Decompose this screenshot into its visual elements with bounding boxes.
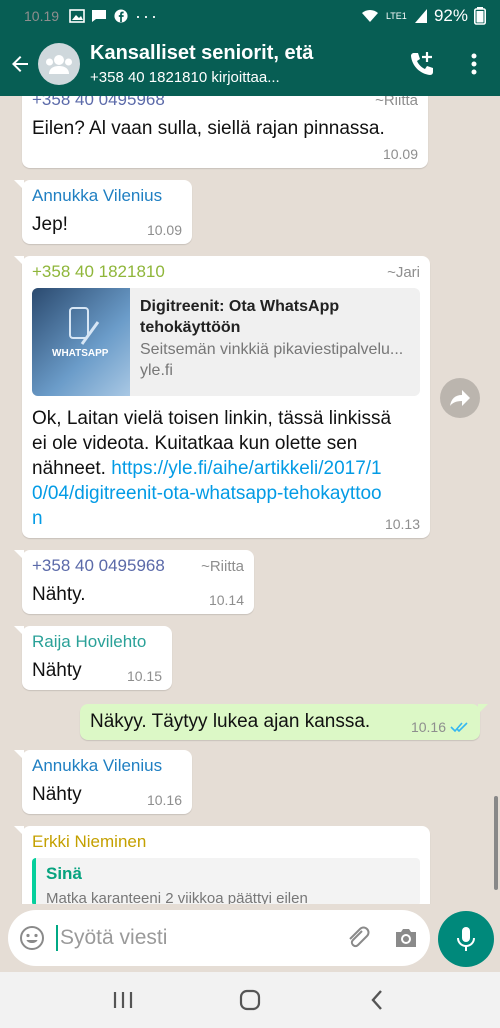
chat-header: Kansalliset seniorit, etä +358 40 182181… bbox=[0, 32, 500, 96]
camera-icon bbox=[396, 929, 416, 947]
forward-icon bbox=[450, 390, 470, 406]
message-time: 10.13 bbox=[384, 516, 420, 532]
message-time: 10.09 bbox=[382, 146, 418, 162]
message-sender: Annukka Vilenius bbox=[32, 186, 163, 205]
chat-title: Kansalliset seniorit, etä bbox=[90, 42, 314, 64]
message-pushname: ~Riitta bbox=[375, 96, 418, 109]
composer bbox=[0, 904, 500, 972]
chevron-left-icon bbox=[371, 990, 382, 1010]
forward-button[interactable] bbox=[440, 378, 480, 418]
system-nav-bar bbox=[0, 972, 500, 1028]
status-bar: 10.19 ··· LTE1 92% bbox=[0, 0, 500, 32]
home-button[interactable] bbox=[230, 980, 270, 1020]
chat-info[interactable]: Kansalliset seniorit, etä +358 40 182181… bbox=[90, 42, 396, 86]
more-notifications-icon: ··· bbox=[135, 5, 160, 26]
message-time: 10.16 bbox=[146, 792, 182, 808]
more-options-button[interactable] bbox=[448, 32, 500, 96]
message-sender: Annukka Vilenius bbox=[32, 756, 163, 775]
recent-apps-button[interactable] bbox=[103, 980, 143, 1020]
emoji-button[interactable] bbox=[8, 925, 56, 951]
paperclip-icon bbox=[349, 926, 370, 948]
preview-title: Digitreenit: Ota WhatsApp tehokäyttöön bbox=[140, 298, 340, 336]
group-icon bbox=[46, 55, 72, 74]
message-bubble[interactable]: Annukka Vilenius Jep! 10.09 bbox=[14, 180, 192, 244]
phone-add-icon bbox=[411, 52, 433, 75]
message-sender: Erkki Nieminen bbox=[32, 832, 147, 851]
quote-author: Sinä bbox=[46, 864, 82, 883]
preview-description: Seitsemän vinkkiä pikaviestipalvelu... bbox=[140, 341, 404, 358]
message-sender: Raija Hovilehto bbox=[32, 632, 147, 651]
link-thumbnail: WHATSAPP bbox=[32, 288, 130, 396]
arrow-left-icon bbox=[12, 56, 28, 72]
home-icon bbox=[239, 989, 261, 1011]
quote-text: Matka karanteeni 2 viikkoa päättyi eilen bbox=[46, 890, 308, 904]
status-time: 10.19 bbox=[24, 8, 60, 24]
message-time: 10.15 bbox=[126, 668, 162, 684]
message-text: Eilen? Al vaan sulla, siellä rajan pinna… bbox=[32, 118, 385, 139]
scrollbar[interactable] bbox=[494, 796, 498, 890]
wifi-icon bbox=[361, 9, 378, 22]
message-icon bbox=[92, 10, 107, 22]
link-preview[interactable]: WHATSAPP Digitreenit: Ota WhatsApp tehok… bbox=[32, 288, 420, 396]
message-bubble[interactable]: +358 40 0495968 ~Riitta Nähty. 10.14 bbox=[14, 550, 254, 614]
message-input[interactable] bbox=[56, 925, 334, 951]
thumbnail-label: WHATSAPP bbox=[52, 348, 109, 359]
add-call-button[interactable] bbox=[396, 32, 448, 96]
preview-host: yle.fi bbox=[140, 362, 173, 379]
back-nav-button[interactable] bbox=[357, 980, 397, 1020]
message-pushname: ~Jari bbox=[387, 264, 420, 281]
group-avatar[interactable] bbox=[38, 43, 80, 85]
message-time: 10.16 bbox=[410, 719, 446, 735]
quoted-message[interactable]: Sinä Matka karanteeni 2 viikkoa päättyi … bbox=[32, 858, 420, 904]
camera-button[interactable] bbox=[382, 926, 430, 950]
message-bubble[interactable]: +358 40 1821810 ~Jari WHATSAPP Digitreen… bbox=[14, 256, 430, 538]
recent-apps-icon bbox=[114, 992, 133, 1008]
microphone-icon bbox=[457, 927, 475, 951]
message-bubble[interactable]: Annukka Vilenius Nähty 10.16 bbox=[14, 750, 192, 814]
message-pushname: ~Riitta bbox=[201, 558, 244, 575]
battery-text: 92% bbox=[433, 6, 468, 25]
chat-subtitle: +358 40 1821810 kirjoittaa... bbox=[90, 69, 280, 86]
outgoing-message-bubble[interactable]: Näkyy. Täytyy lukea ajan kanssa. 10.16 bbox=[80, 704, 488, 740]
message-sender: +358 40 1821810 bbox=[32, 262, 165, 281]
message-time: 10.09 bbox=[146, 222, 182, 238]
message-input-box[interactable] bbox=[8, 910, 430, 966]
message-time: 10.14 bbox=[208, 592, 244, 608]
phone-illustration-icon bbox=[69, 307, 100, 345]
more-vert-icon bbox=[471, 53, 477, 75]
facebook-icon bbox=[114, 9, 128, 23]
message-bubble[interactable]: Raija Hovilehto Nähty 10.15 bbox=[14, 626, 172, 690]
battery-icon bbox=[474, 7, 486, 25]
message-list[interactable]: +358 40 0495968 ~Riitta Eilen? Al vaan s… bbox=[0, 96, 500, 904]
read-receipt-icon bbox=[450, 722, 468, 733]
message-bubble[interactable]: Erkki Nieminen Sinä Matka karanteeni 2 v… bbox=[14, 826, 430, 904]
network-label: LTE1 bbox=[385, 11, 407, 21]
attach-button[interactable] bbox=[334, 925, 382, 951]
signal-icon bbox=[414, 9, 427, 23]
back-button[interactable] bbox=[2, 32, 38, 96]
emoji-icon bbox=[20, 926, 44, 950]
voice-message-button[interactable] bbox=[438, 911, 494, 967]
message-bubble[interactable]: +358 40 0495968 ~Riitta Eilen? Al vaan s… bbox=[22, 96, 428, 168]
message-sender: +358 40 0495968 bbox=[32, 96, 165, 109]
message-sender: +358 40 0495968 bbox=[32, 556, 165, 575]
image-icon bbox=[69, 9, 85, 23]
